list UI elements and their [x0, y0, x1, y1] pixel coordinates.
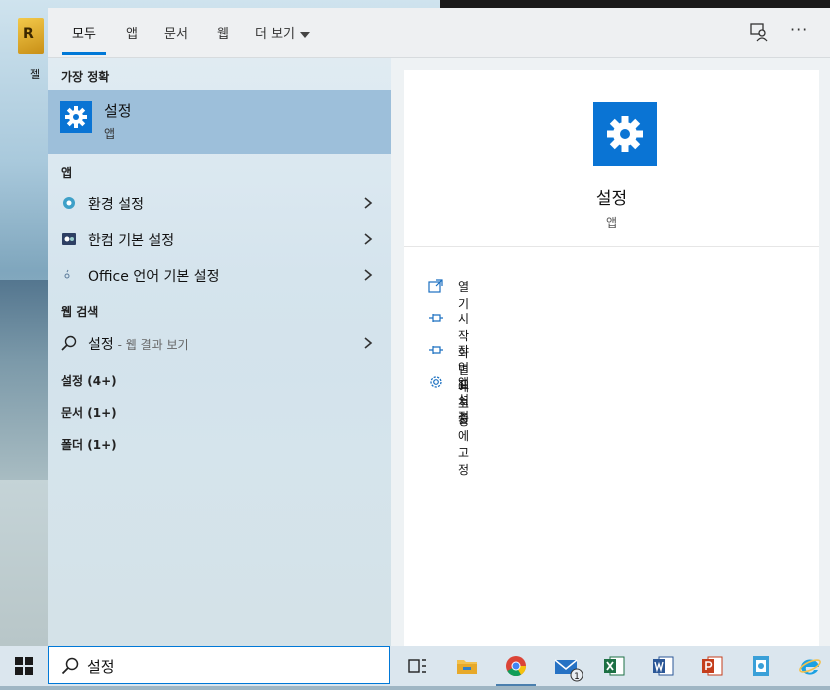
- apps-header: 앱: [61, 166, 73, 180]
- divider: [404, 246, 819, 247]
- chevron-right-icon[interactable]: [361, 195, 375, 209]
- settings-gear-icon: [593, 102, 657, 166]
- taskbar-search-box[interactable]: [48, 646, 390, 684]
- category-settings[interactable]: 설정 (4+): [61, 372, 117, 389]
- environment-settings-icon: [61, 195, 77, 211]
- app-item-label: 한컴 기본 설정: [88, 233, 175, 249]
- search-filter-bar: 모두 앱 문서 웹 더 보기 ···: [48, 8, 830, 58]
- tab-more[interactable]: 더 보기: [255, 23, 311, 42]
- chevron-right-icon[interactable]: [361, 231, 375, 245]
- desktop-sea: [0, 280, 48, 480]
- tab-all[interactable]: 모두: [72, 23, 96, 42]
- category-folders[interactable]: 폴더 (1+): [61, 436, 117, 453]
- best-match-header: 가장 정확: [61, 70, 110, 84]
- search-input[interactable]: [87, 655, 367, 677]
- tab-web[interactable]: 웹: [217, 23, 229, 42]
- app-item-hancom-settings[interactable]: 한컴 기본 설정: [48, 222, 391, 256]
- web-search-item[interactable]: 설정 - 웹 결과 보기: [48, 326, 391, 360]
- web-search-header: 웹 검색: [61, 305, 99, 319]
- settings-gear-icon: [60, 101, 92, 133]
- action-label: 앱 설정: [458, 376, 470, 424]
- background-window-edge: [440, 0, 830, 8]
- preview-title: 설정: [595, 189, 628, 209]
- start-search-panel: 모두 앱 문서 웹 더 보기 ··· 가장 정확 설정 앱 앱 환경 설정 한컴…: [48, 8, 830, 646]
- preview-card: 설정 앱 열기 시작 화면에 고정 작업 표시줄에 고정 앱 설정: [404, 70, 819, 646]
- chevron-right-icon[interactable]: [361, 335, 375, 349]
- best-match-item[interactable]: 설정 앱: [48, 90, 391, 154]
- more-options-icon[interactable]: ···: [790, 20, 808, 39]
- taskbar: 1: [0, 646, 830, 686]
- tab-documents[interactable]: 문서: [164, 23, 188, 42]
- word-icon[interactable]: [639, 646, 687, 686]
- start-button[interactable]: [0, 646, 48, 686]
- pin-icon: [428, 342, 444, 358]
- best-match-type: 앱: [104, 127, 116, 141]
- open-icon: [428, 278, 444, 294]
- active-tab-indicator: [62, 52, 106, 55]
- app-item-label: Office 언어 기본 설정: [88, 269, 220, 285]
- search-icon: [61, 657, 79, 675]
- best-match-title: 설정: [104, 102, 132, 120]
- internet-explorer-icon[interactable]: [786, 646, 830, 686]
- search-icon: [61, 335, 77, 351]
- category-documents[interactable]: 문서 (1+): [61, 404, 117, 421]
- file-explorer-icon[interactable]: [443, 646, 491, 686]
- excel-icon[interactable]: [590, 646, 638, 686]
- tab-more-label: 더 보기: [255, 27, 296, 42]
- mail-icon[interactable]: 1: [541, 646, 589, 686]
- chevron-down-icon: [300, 31, 311, 38]
- mail-badge: 1: [574, 672, 580, 682]
- feedback-icon[interactable]: [748, 21, 770, 43]
- preview-subtitle: 앱: [605, 216, 618, 230]
- action-label: 열기: [458, 280, 470, 311]
- app-item-environment-settings[interactable]: 환경 설정: [48, 186, 391, 220]
- tab-apps[interactable]: 앱: [126, 23, 138, 42]
- gear-icon: [428, 374, 444, 390]
- task-view-button[interactable]: [394, 646, 442, 686]
- chrome-icon[interactable]: [492, 646, 540, 686]
- office-language-icon: [61, 267, 77, 283]
- preview-pane: 설정 앱 열기 시작 화면에 고정 작업 표시줄에 고정 앱 설정: [391, 58, 830, 646]
- app-item-label: 환경 설정: [88, 197, 144, 213]
- web-search-hint: - 웹 결과 보기: [113, 338, 189, 352]
- desktop-app-icon[interactable]: R: [18, 18, 46, 58]
- desktop-icon-label: 젤: [30, 68, 41, 81]
- hancom-settings-icon: [61, 231, 77, 247]
- app-item-office-language[interactable]: Office 언어 기본 설정: [48, 258, 391, 292]
- results-list: 가장 정확 설정 앱 앱 환경 설정 한컴 기본 설정 Office 언어 기본…: [48, 58, 391, 646]
- hwp-icon[interactable]: [737, 646, 785, 686]
- web-search-query: 설정: [88, 337, 114, 353]
- pin-icon: [428, 310, 444, 326]
- chevron-right-icon[interactable]: [361, 267, 375, 281]
- powerpoint-icon[interactable]: [688, 646, 736, 686]
